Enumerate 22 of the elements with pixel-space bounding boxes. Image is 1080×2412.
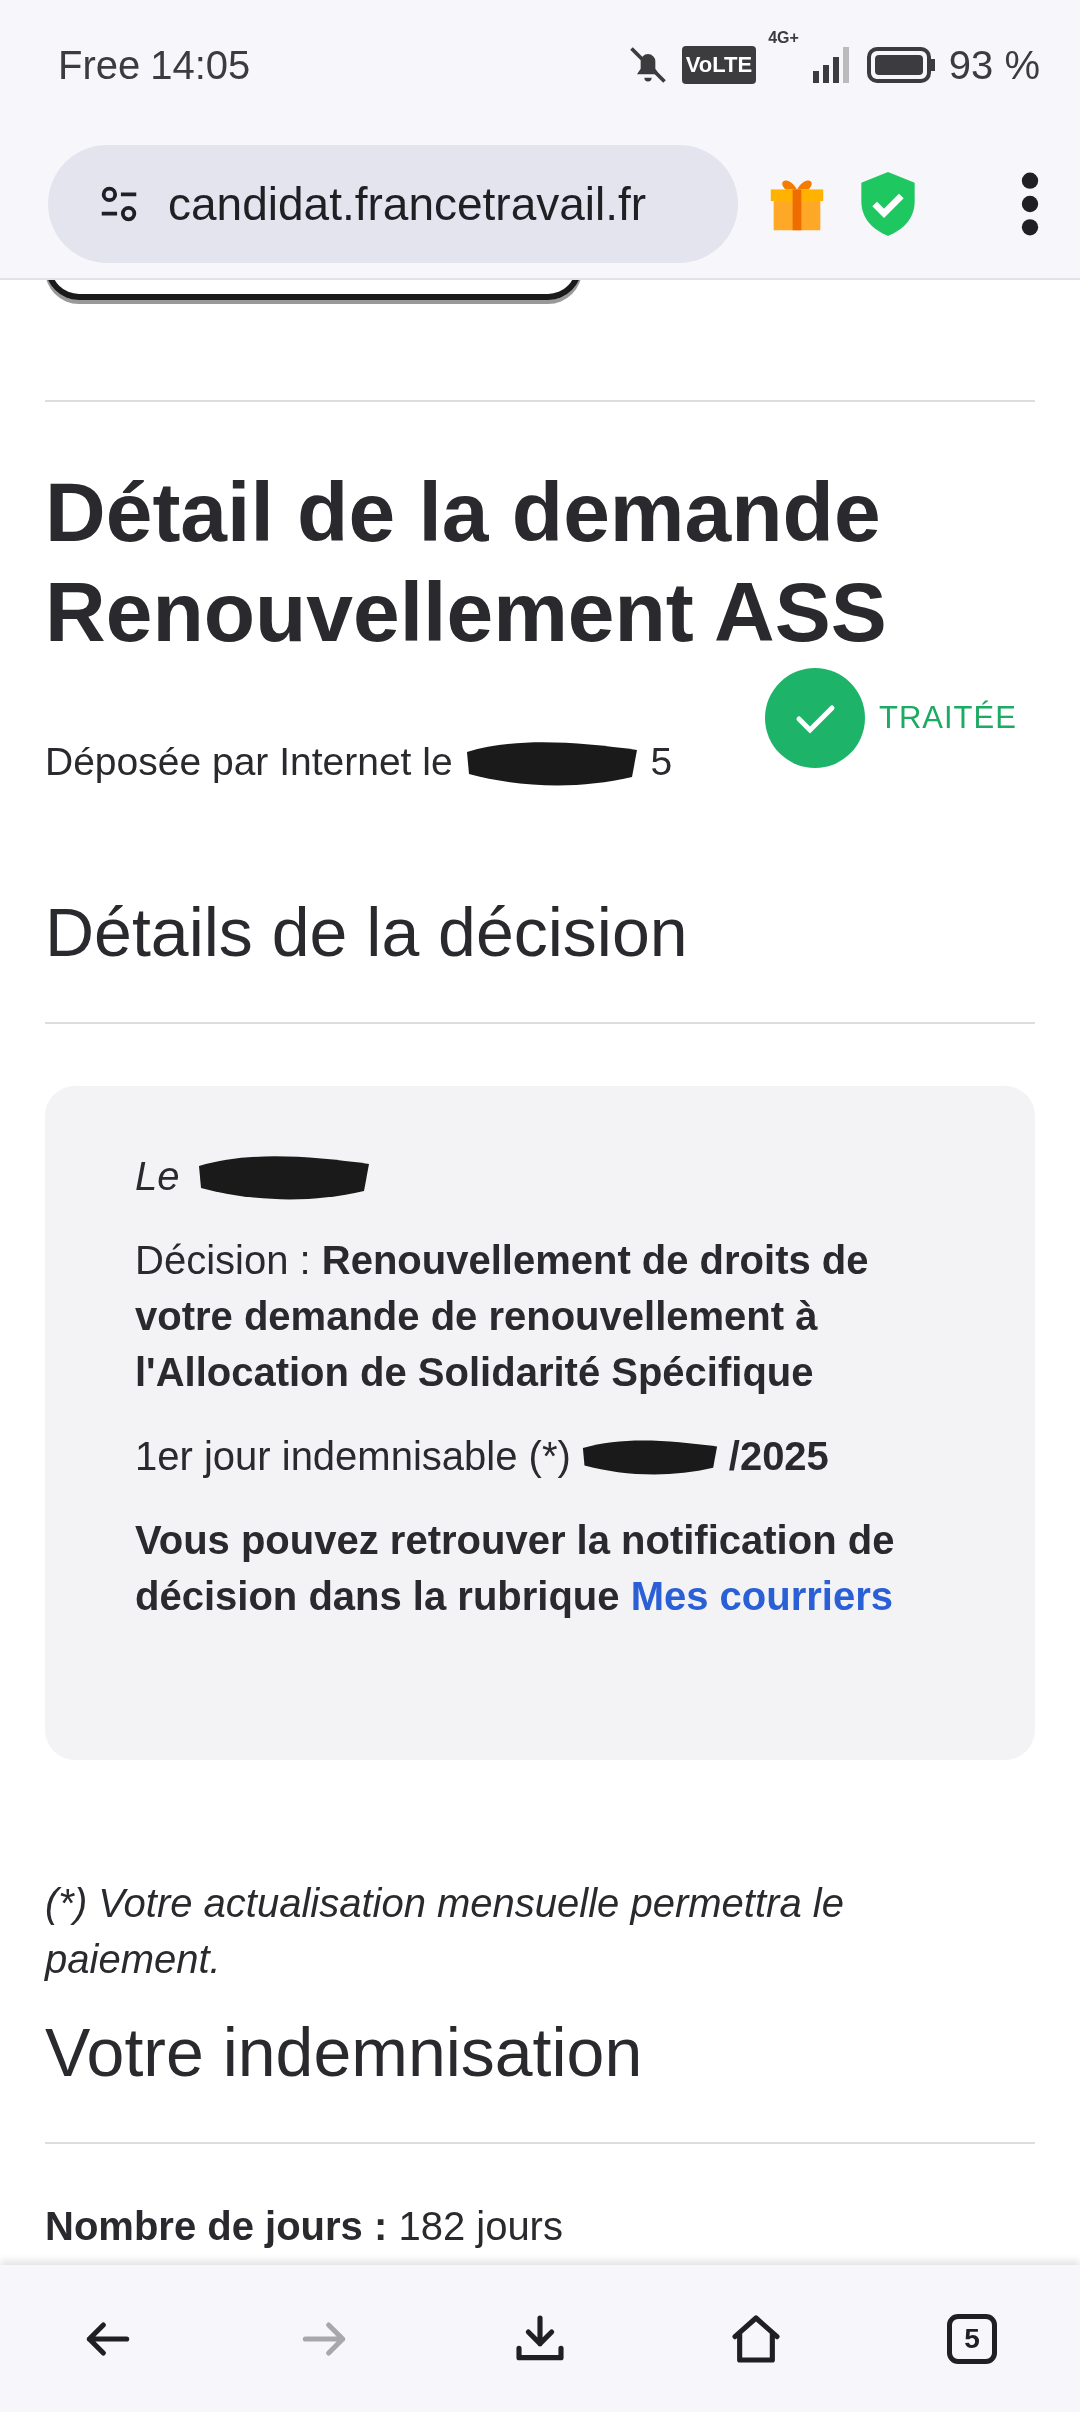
decision-text: Décision : Renouvellement de droits de votre demande de renouvellement à l'Allocation de Solidarité Spécifique [135,1237,870,1396]
decision-date: Le [135,1153,180,1200]
first-day-label: 1er jour indemnisable (*) [135,1433,571,1480]
network-badge: VoLTE [681,46,757,84]
section-heading: Votre indemnisation [45,2013,644,2092]
mes-courriers-link[interactable]: Mes courriers [630,1574,894,1618]
check-icon [765,668,865,768]
submission-text: Déposée par Internet le [45,740,453,784]
footnote: (*) Votre actualisation mensuelle permettra le paiement. [45,1880,845,1983]
page-title: Détail de la demande Renouvellement ASS [45,464,887,661]
battery-icon [866,45,937,85]
first-day-year: /2025 [728,1433,829,1480]
battery-level: 93 % [948,42,1040,88]
notice-text: Vous pouvez retrouver la notification de décision dans la rubrique Mes courriers [135,1517,895,1620]
network-type: 4G+ [768,28,799,47]
carrier-name: Free [58,42,141,88]
status-label: TRAITÉE [879,700,1017,736]
section-heading: Détails de la décision [45,893,689,972]
address-bar[interactable]: candidat.francetravail.fr [48,145,738,263]
submission-date-end: 5 [650,740,673,784]
days-count: Nombre de jours : 182 jours [45,2204,564,2249]
clock: 14:05 [150,42,251,88]
